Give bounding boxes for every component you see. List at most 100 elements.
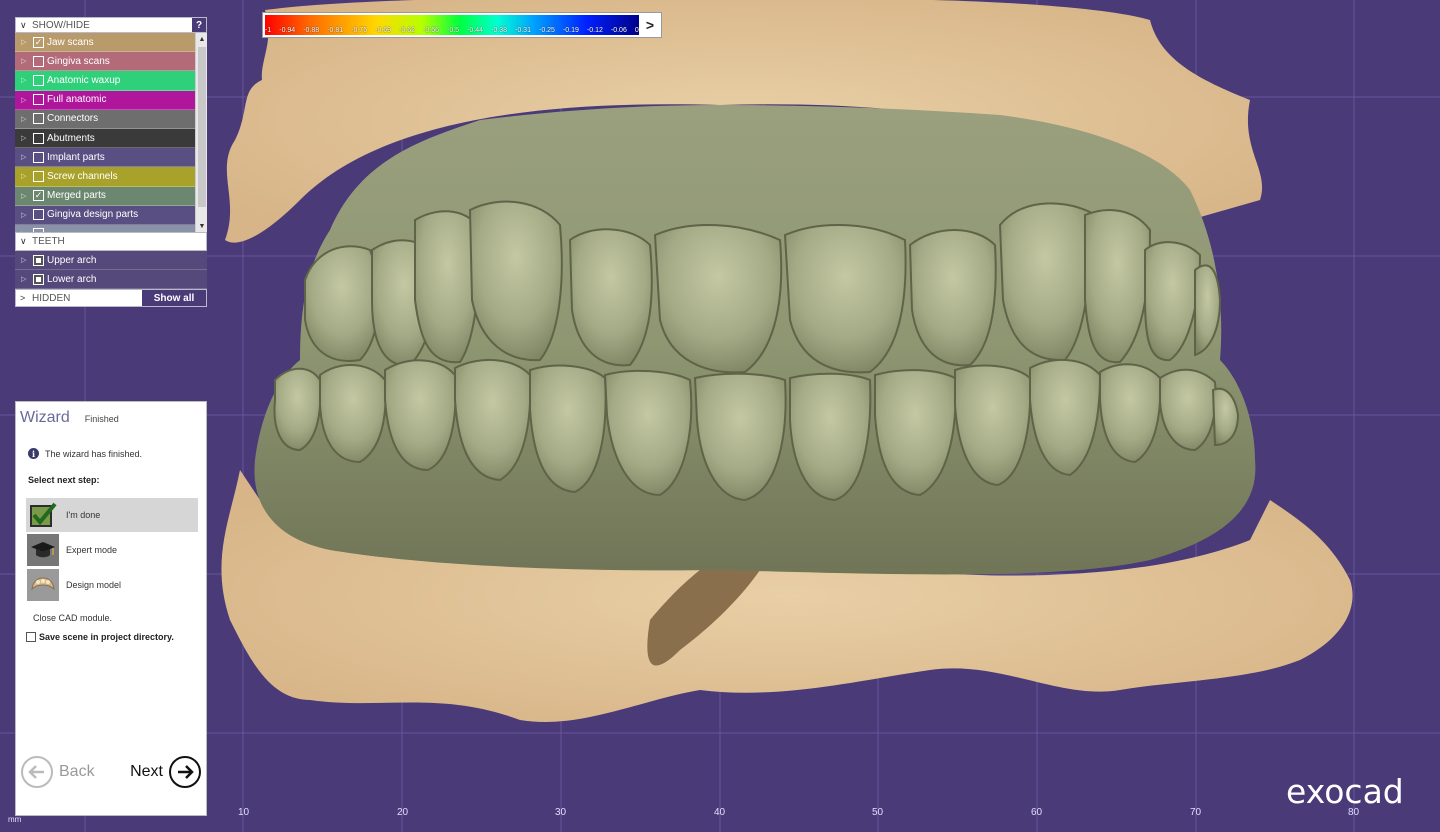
expand-triangle-icon[interactable]: ▷ (21, 275, 33, 283)
expand-triangle-icon[interactable]: ▷ (21, 115, 33, 123)
layer-item-label: Jaw scans (47, 36, 94, 48)
arrow-left-icon (21, 756, 53, 788)
help-button[interactable]: ? (192, 18, 206, 32)
layer-item[interactable]: ▷ Gingiva design parts (15, 205, 195, 225)
option-expert-mode[interactable]: Expert mode (26, 533, 198, 567)
axis-tick-label: 20 (397, 807, 409, 818)
back-button[interactable]: Back (21, 756, 95, 788)
expand-triangle-icon[interactable]: ▷ (21, 57, 33, 65)
jaw-model-icon (27, 569, 59, 601)
expand-triangle-icon[interactable]: ▷ (21, 134, 33, 142)
scrollbar-thumb[interactable] (198, 47, 206, 207)
next-button[interactable]: Next (130, 756, 201, 788)
layer-checkbox[interactable] (33, 151, 44, 163)
layer-item[interactable]: ▷ (15, 224, 195, 232)
colorbar-tick: -0.88 (303, 27, 320, 34)
layer-item[interactable]: ▷ Implant parts (15, 148, 195, 168)
option-design-model[interactable]: Design model (26, 568, 198, 602)
colorbar-expand-button[interactable]: > (639, 13, 661, 37)
layer-item-label: Implant parts (47, 151, 105, 163)
expand-triangle-icon[interactable]: ▷ (21, 256, 33, 264)
axis-tick-label: 10 (238, 807, 250, 818)
colorbar-tick: -0.31 (515, 27, 531, 34)
option-label: I'm done (66, 510, 101, 520)
layer-checkbox[interactable]: ✓ (33, 190, 44, 202)
3d-viewport[interactable] (0, 0, 1440, 832)
show-hide-panel: ∨ SHOW/HIDE ? ▷ ✓ Jaw scans ▷ Gingiva scans ▷… (15, 17, 207, 307)
layer-item-label: Abutments (47, 132, 95, 144)
chevron-down-icon: ∨ (20, 236, 27, 246)
teeth-item-label: Lower arch (47, 273, 97, 285)
layer-item[interactable]: ▷ Screw channels (15, 167, 195, 187)
layer-item[interactable]: ▷ Abutments (15, 128, 195, 149)
lower-arch-checkbox[interactable] (33, 273, 44, 285)
layer-checkbox[interactable]: ✓ (33, 36, 44, 48)
axis-tick-label: 30 (555, 807, 567, 818)
option-label: Design model (66, 580, 122, 590)
wizard-panel: Wizard Finished i The wizard has finishe… (15, 401, 207, 816)
colorbar-tick: -0.19 (562, 27, 579, 34)
show-hide-header[interactable]: ∨ SHOW/HIDE ? (15, 17, 207, 33)
expand-triangle-icon[interactable]: ▷ (21, 230, 33, 232)
layer-checkbox[interactable] (33, 113, 44, 125)
layer-item[interactable]: ▷ ✓ Merged parts (15, 186, 195, 206)
colorbar-ticks: -1 -0.94 -0.88 -0.81 -0.75 -0.69 -0.62 -… (265, 27, 639, 37)
upper-arch-checkbox[interactable] (33, 254, 44, 266)
axis-unit-label: mm (8, 815, 22, 824)
layer-item[interactable]: ▷ ✓ Jaw scans (15, 33, 195, 53)
scroll-up-arrow-icon[interactable]: ▲ (196, 33, 207, 45)
next-label: Next (130, 763, 163, 780)
colorbar-tick: -0.44 (467, 27, 484, 34)
option-im-done[interactable]: I'm done (26, 498, 198, 532)
colorbar-tick: -0.56 (423, 27, 440, 34)
close-cad-text: Close CAD module. (33, 613, 113, 623)
expand-triangle-icon[interactable]: ▷ (21, 211, 33, 219)
expand-triangle-icon[interactable]: ▷ (21, 76, 33, 84)
layer-checkbox[interactable] (33, 74, 44, 86)
wizard-title: Wizard (20, 409, 70, 426)
hidden-header[interactable]: > HIDDEN Show all (15, 289, 207, 307)
layer-item[interactable]: ▷ Anatomic waxup (15, 71, 195, 91)
colorbar-tick: -0.62 (399, 27, 416, 34)
select-next-step-label: Select next step: (28, 475, 100, 485)
layer-item-label: Gingiva design parts (47, 209, 139, 221)
checkmark-icon (27, 499, 59, 531)
layer-checkbox[interactable] (33, 209, 44, 221)
layer-checkbox[interactable] (33, 170, 44, 182)
show-all-button[interactable]: Show all (142, 290, 206, 306)
expand-triangle-icon[interactable]: ▷ (21, 192, 33, 200)
scroll-down-arrow-icon[interactable]: ▼ (196, 220, 207, 232)
layer-item[interactable]: ▷ Gingiva scans (15, 52, 195, 72)
colorbar-tick: -1 (265, 27, 272, 34)
chevron-right-icon: > (20, 293, 26, 303)
layer-item[interactable]: ▷ Full anatomic (15, 90, 195, 110)
layer-item[interactable]: ▷ Connectors (15, 109, 195, 129)
expand-triangle-icon[interactable]: ▷ (21, 172, 33, 180)
save-scene-checkbox[interactable] (26, 632, 36, 642)
colorbar-tick: -0.38 (491, 27, 508, 34)
colorbar-tick: -0.81 (327, 27, 344, 34)
layer-item-label: Gingiva scans (47, 55, 110, 67)
teeth-item-label: Upper arch (47, 254, 97, 266)
expand-triangle-icon[interactable]: ▷ (21, 38, 33, 46)
layer-checkbox[interactable] (33, 94, 44, 106)
teeth-item-lower-arch[interactable]: ▷ Lower arch (15, 270, 207, 289)
deviation-colorbar: -1 -0.94 -0.88 -0.81 -0.75 -0.69 -0.62 -… (262, 12, 662, 38)
viewport-scene (0, 0, 1440, 832)
save-scene-checkbox-row[interactable]: Save scene in project directory. (26, 632, 174, 642)
layer-checkbox[interactable] (33, 228, 44, 232)
layer-list-scrollbar[interactable]: ▲ ▼ (195, 33, 207, 232)
expand-triangle-icon[interactable]: ▷ (21, 96, 33, 104)
layer-item-label: Anatomic waxup (47, 74, 121, 86)
layer-checkbox[interactable] (33, 55, 44, 67)
expand-triangle-icon[interactable]: ▷ (21, 153, 33, 161)
colorbar-tick: -0.5 (447, 27, 460, 34)
teeth-header[interactable]: ∨ TEETH (15, 232, 207, 251)
layer-item-label: Screw channels (47, 170, 118, 182)
save-scene-label: Save scene in project directory. (39, 632, 174, 642)
colorbar-tick: -0.69 (375, 27, 392, 34)
colorbar-tick: -0.12 (586, 27, 603, 34)
teeth-item-upper-arch[interactable]: ▷ Upper arch (15, 251, 207, 270)
back-label: Back (59, 763, 95, 780)
layer-checkbox[interactable] (33, 132, 44, 144)
